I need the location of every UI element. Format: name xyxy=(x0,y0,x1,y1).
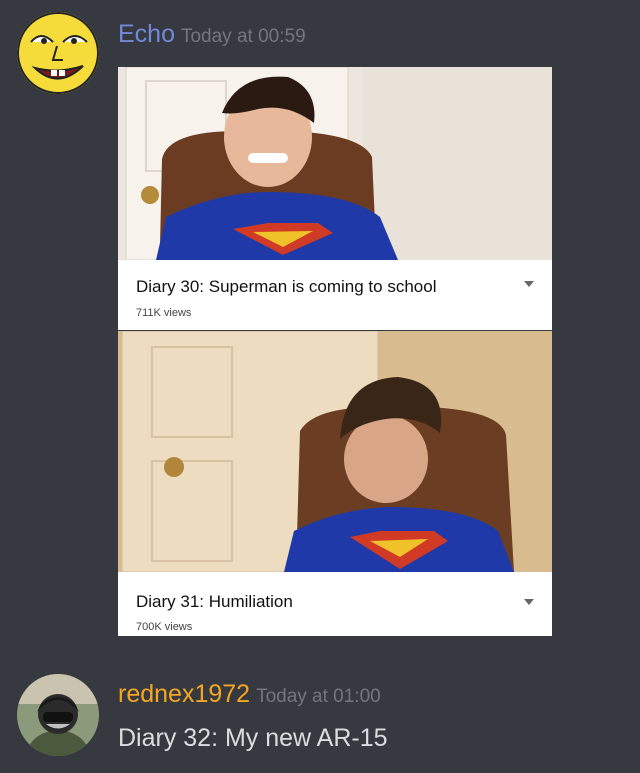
video-view-count: 700K views xyxy=(136,621,193,633)
username-echo[interactable]: Echo xyxy=(118,20,175,48)
message-text: Diary 32: My new AR-15 xyxy=(118,724,388,752)
video-thumbnail-image-icon xyxy=(118,67,552,260)
video-thumbnail[interactable] xyxy=(118,331,552,572)
username-rednex1972[interactable]: rednex1972 xyxy=(118,680,250,708)
message-timestamp: Today at 00:59 xyxy=(180,26,306,47)
video-embed[interactable]: Diary 30: Superman is coming to school 7… xyxy=(118,67,552,330)
video-title[interactable]: Diary 31: Humiliation xyxy=(136,592,293,612)
video-title[interactable]: Diary 30: Superman is coming to school xyxy=(136,277,436,297)
video-embed[interactable]: Diary 31: Humiliation 700K views xyxy=(118,331,552,636)
masked-character-avatar-icon xyxy=(17,674,99,756)
message-header: rednex1972 Today at 01:00 xyxy=(118,680,381,709)
message-timestamp: Today at 01:00 xyxy=(256,686,381,707)
user-avatar-rednex1972[interactable] xyxy=(17,674,99,756)
video-thumbnail-image-icon xyxy=(118,331,552,572)
user-avatar-echo[interactable] xyxy=(17,12,99,94)
video-thumbnail[interactable] xyxy=(118,67,552,260)
video-view-count: 711K views xyxy=(136,307,192,319)
chevron-down-icon[interactable] xyxy=(524,599,534,605)
message-header: Echo Today at 00:59 xyxy=(118,20,306,49)
chevron-down-icon[interactable] xyxy=(524,281,534,287)
yellow-cartoon-face-avatar-icon xyxy=(17,12,99,94)
